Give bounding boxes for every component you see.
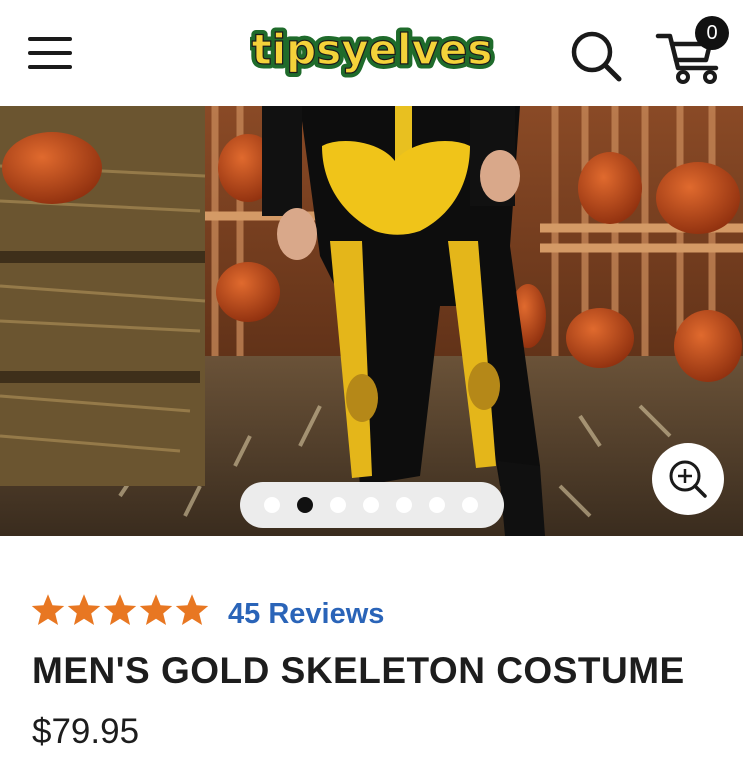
search-icon: [571, 31, 622, 82]
gallery-dot-5[interactable]: [396, 497, 412, 513]
gallery-dot-7[interactable]: [462, 497, 478, 513]
gallery-dot-3[interactable]: [330, 497, 346, 513]
product-image[interactable]: [0, 106, 743, 536]
reviews-link[interactable]: 45 Reviews: [228, 598, 384, 631]
gallery-dot-4[interactable]: [363, 497, 379, 513]
star-icon: [175, 594, 209, 625]
star-icon: [103, 594, 137, 625]
search-button[interactable]: [566, 26, 624, 84]
gallery-dot-6[interactable]: [429, 497, 445, 513]
gallery-dot-1[interactable]: [264, 497, 280, 513]
product-title: MEN'S GOLD SKELETON COSTUME: [32, 650, 685, 691]
site-header: tipsyelves tipsyelves 0: [0, 0, 743, 106]
star-icon: [31, 594, 65, 625]
star-icon: [139, 594, 173, 625]
product-photo: [0, 106, 743, 536]
menu-button[interactable]: [22, 30, 78, 76]
cart-count-badge: 0: [695, 16, 729, 50]
site-logo[interactable]: tipsyelves tipsyelves: [247, 18, 497, 82]
logo-text: tipsyelves: [252, 25, 493, 74]
star-icon: [67, 594, 101, 625]
product-price: $79.95: [32, 712, 140, 751]
zoom-in-icon: [669, 460, 707, 498]
zoom-button[interactable]: [652, 443, 724, 515]
gallery-dot-2-active[interactable]: [297, 497, 313, 513]
